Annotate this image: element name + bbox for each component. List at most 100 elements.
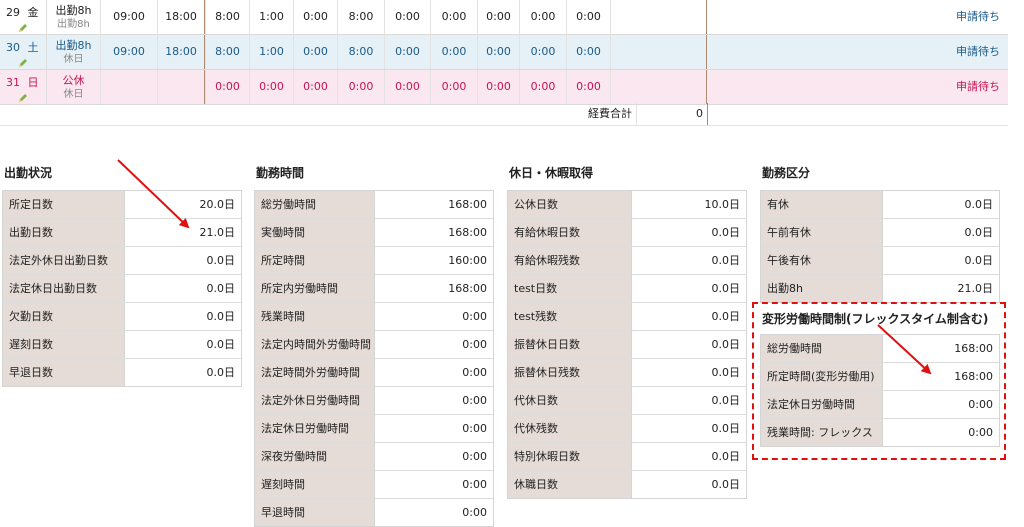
summary-row: test残数 0.0日 <box>508 303 746 331</box>
time-value: 1:00 <box>249 35 293 69</box>
pencil-icon[interactable] <box>18 23 28 33</box>
summary-value: 0.0日 <box>632 303 746 330</box>
empty-cell <box>610 35 706 69</box>
summary-row: 有休 0.0日 <box>761 191 999 219</box>
summary-value: 0.0日 <box>125 359 241 386</box>
summary-label: 出勤日数 <box>3 219 125 246</box>
work-class-table: 有休 0.0日 午前有休 0.0日 午後有休 0.0日 出勤8h 21.0日 <box>760 190 1000 303</box>
work-type-sub: 出勤8h <box>57 19 90 30</box>
status-link[interactable]: 申請待ち <box>956 80 1000 93</box>
summary-row: 所定内労働時間 168:00 <box>255 275 493 303</box>
empty-cell <box>610 70 706 104</box>
time-value: 0:00 <box>384 70 430 104</box>
summary-value: 0:00 <box>375 471 493 498</box>
time-value: 0:00 <box>384 0 430 34</box>
summary-row: 有給休暇日数 0.0日 <box>508 219 746 247</box>
annotation-highlight-box <box>752 302 1006 460</box>
work-type-cell: 出勤8h 出勤8h <box>46 0 100 34</box>
summary-label: 所定内労働時間 <box>255 275 375 302</box>
summary-value: 160:00 <box>375 247 493 274</box>
work-type-cell: 出勤8h 休日 <box>46 35 100 69</box>
summary-value: 10.0日 <box>632 191 746 218</box>
summary-value: 0:00 <box>375 331 493 358</box>
summary-label: 欠勤日数 <box>3 303 125 330</box>
time-value: 0:00 <box>337 70 384 104</box>
work-type-sub: 休日 <box>63 89 84 100</box>
summary-row: 総労働時間 168:00 <box>255 191 493 219</box>
time-value: 8:00 <box>337 35 384 69</box>
summary-label: 早退時間 <box>255 499 375 526</box>
summary-label: 休職日数 <box>508 471 632 498</box>
summary-row: 法定内時間外労働時間 0:00 <box>255 331 493 359</box>
empty-cell <box>610 0 706 34</box>
summary-row: 代休残数 0.0日 <box>508 415 746 443</box>
summary-label: 実働時間 <box>255 219 375 246</box>
summary-label: 総労働時間 <box>255 191 375 218</box>
date-number: 31 <box>6 76 20 89</box>
summary-value: 0:00 <box>375 303 493 330</box>
date-cell: 29 金 <box>0 0 46 34</box>
status-link[interactable]: 申請待ち <box>956 45 1000 58</box>
end-time: 18:00 <box>157 35 204 69</box>
summary-label: 振替休日日数 <box>508 331 632 358</box>
summary-label: 特別休暇日数 <box>508 443 632 470</box>
weekday: 金 <box>27 6 39 19</box>
summary-row: 午前有休 0.0日 <box>761 219 999 247</box>
time-value: 0:00 <box>430 70 477 104</box>
summary-row: 遅刻日数 0.0日 <box>3 331 241 359</box>
summary-value: 0:00 <box>375 415 493 442</box>
summary-value: 0.0日 <box>125 275 241 302</box>
time-value: 0:00 <box>566 70 610 104</box>
attendance-status-title: 出勤状況 <box>4 166 53 180</box>
summary-label: 早退日数 <box>3 359 125 386</box>
pencil-icon[interactable] <box>18 93 28 103</box>
date-number: 29 <box>6 6 20 19</box>
summary-value: 0.0日 <box>632 275 746 302</box>
summary-row: 早退時間 0:00 <box>255 499 493 526</box>
summary-row: 午後有休 0.0日 <box>761 247 999 275</box>
attendance-status-table: 所定日数 20.0日 出勤日数 21.0日 法定外休日出勤日数 0.0日 法定休日出勤日数 0… <box>2 190 242 387</box>
summary-label: 法定休日労働時間 <box>255 415 375 442</box>
summary-label: 有給休暇残数 <box>508 247 632 274</box>
work-type: 公休 <box>62 74 85 87</box>
time-value: 1:00 <box>249 0 293 34</box>
date-cell: 31 日 <box>0 70 46 104</box>
time-value: 8:00 <box>205 35 249 69</box>
summary-label: 代休残数 <box>508 415 632 442</box>
status-cell: 申請待ち <box>706 35 1008 69</box>
status-link[interactable]: 申請待ち <box>956 10 1000 23</box>
summary-value: 0.0日 <box>632 443 746 470</box>
summary-row: 早退日数 0.0日 <box>3 359 241 386</box>
summary-value: 0.0日 <box>632 247 746 274</box>
work-type-sub: 休日 <box>63 54 84 65</box>
holiday-leave-title: 休日・休暇取得 <box>509 166 594 180</box>
summary-label: test残数 <box>508 303 632 330</box>
time-value: 8:00 <box>205 0 249 34</box>
summary-value: 21.0日 <box>125 219 241 246</box>
pencil-icon[interactable] <box>18 58 28 68</box>
summary-value: 21.0日 <box>883 275 999 302</box>
summary-row: 実働時間 168:00 <box>255 219 493 247</box>
time-value: 0:00 <box>293 35 337 69</box>
summary-row: 特別休暇日数 0.0日 <box>508 443 746 471</box>
summary-value: 0.0日 <box>883 191 999 218</box>
time-value: 0:00 <box>519 0 566 34</box>
summary-value: 0.0日 <box>632 331 746 358</box>
summary-label: 所定時間 <box>255 247 375 274</box>
time-value: 0:00 <box>430 35 477 69</box>
status-cell: 申請待ち <box>706 70 1008 104</box>
status-cell: 申請待ち <box>706 0 1008 34</box>
summary-label: 法定外休日出勤日数 <box>3 247 125 274</box>
summary-value: 0.0日 <box>125 247 241 274</box>
work-type: 出勤8h <box>55 4 92 17</box>
expense-total-row: 経費合計 0 <box>0 103 1008 126</box>
time-value: 0:00 <box>477 0 519 34</box>
summary-row: 代休日数 0.0日 <box>508 387 746 415</box>
work-class-title: 勤務区分 <box>762 166 811 180</box>
time-value: 0:00 <box>293 70 337 104</box>
summary-row: 法定時間外労働時間 0:00 <box>255 359 493 387</box>
summary-value: 168:00 <box>375 219 493 246</box>
expense-total-value: 0 <box>636 103 708 125</box>
summary-label: 法定時間外労働時間 <box>255 359 375 386</box>
table-row: 30 土 出勤8h 休日 09:00 18:00 8:00 1:00 0:00 … <box>0 35 1008 70</box>
